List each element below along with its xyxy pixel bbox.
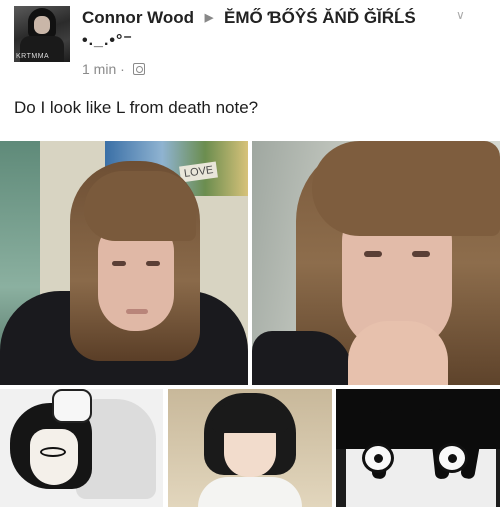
post-caption: Do I look like L from death note? <box>14 98 259 117</box>
author-group-line: Connor Wood ▶ ĔMŐ ƁŐŶŚ ĂŃĎ ĞĬŔĹŚ <box>82 8 416 28</box>
right-eye <box>436 443 468 473</box>
left-eye <box>362 443 394 473</box>
hair-fringe <box>312 141 500 236</box>
hair-fringe <box>84 171 196 241</box>
meta-separator: · <box>120 61 125 77</box>
right-eye <box>146 261 160 266</box>
black-coat <box>252 331 352 385</box>
photo-l-closeup[interactable] <box>336 389 500 507</box>
left-eye <box>112 261 126 266</box>
author-avatar[interactable]: KRTMMA <box>14 6 70 62</box>
face <box>30 429 78 485</box>
white-shirt <box>198 477 302 507</box>
globe-icon[interactable] <box>132 63 145 75</box>
photo-l-anime-still[interactable] <box>168 389 332 507</box>
hand-holding-paper <box>52 389 92 423</box>
avatar-tag: KRTMMA <box>16 53 50 60</box>
post-meta: 1 min · <box>82 61 145 77</box>
triangle-right-icon: ▶ <box>204 12 214 24</box>
hair-fringe <box>212 403 288 433</box>
photo-selfie-right[interactable] <box>252 141 500 385</box>
hand-at-lip <box>348 321 448 385</box>
photo-selfie-left[interactable]: LOVE <box>0 141 248 385</box>
author-emoticon: •._.•°⁻ <box>82 32 133 49</box>
right-eye <box>412 251 430 257</box>
author-name[interactable]: Connor Wood <box>82 8 194 27</box>
post-time[interactable]: 1 min <box>82 61 116 77</box>
left-eye <box>364 251 382 257</box>
avatar-face <box>34 16 50 34</box>
mouth <box>126 309 148 314</box>
chevron-down-icon[interactable]: ∨ <box>456 8 470 22</box>
post-header: KRTMMA Connor Wood ▶ ĔMŐ ƁŐŶŚ ĂŃĎ ĞĬŔĹŚ … <box>0 0 500 90</box>
group-name[interactable]: ĔMŐ ƁŐŶŚ ĂŃĎ ĞĬŔĹŚ <box>224 8 416 27</box>
eye <box>40 447 66 457</box>
photo-l-manga-art[interactable] <box>0 389 163 507</box>
